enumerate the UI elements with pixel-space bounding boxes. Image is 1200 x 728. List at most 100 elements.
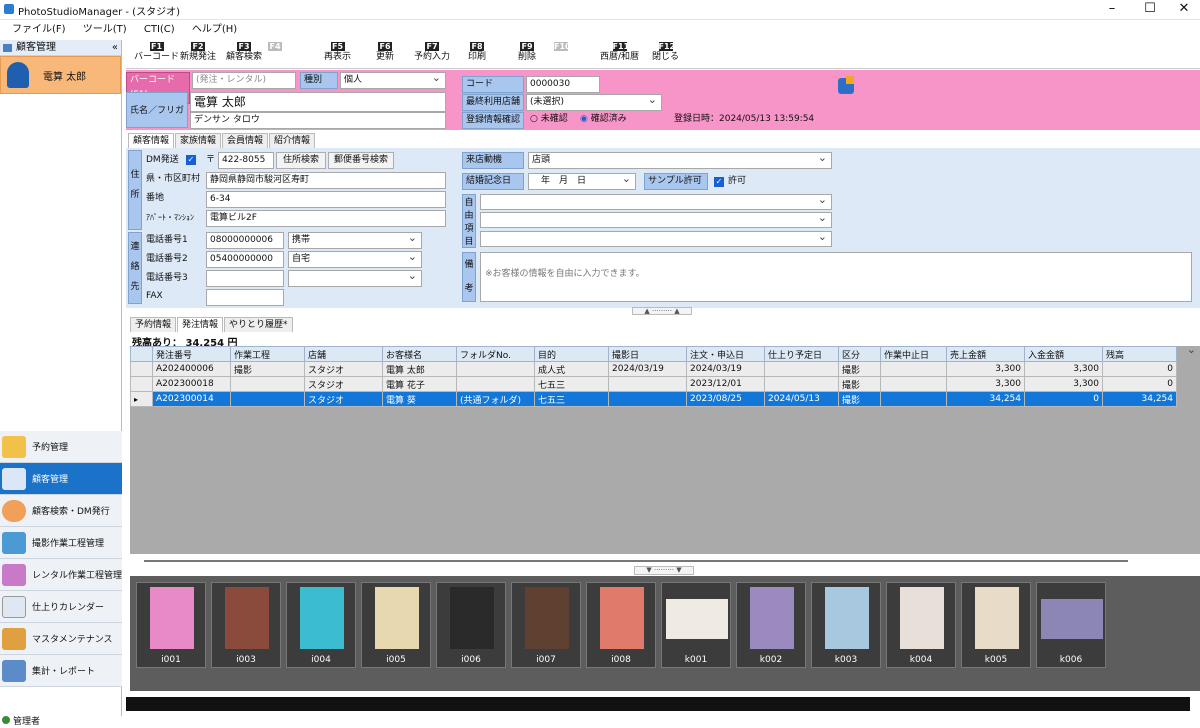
- photo-thumbnail[interactable]: i008: [586, 582, 656, 668]
- address-search-button[interactable]: 住所検索: [276, 152, 326, 169]
- tab-member-info[interactable]: 会員情報: [222, 133, 269, 148]
- photo-thumbnail[interactable]: k002: [736, 582, 806, 668]
- last-store-select[interactable]: (未選択): [526, 94, 662, 111]
- minimize-icon[interactable]: –: [1096, 0, 1128, 20]
- f7-reservation-button[interactable]: F7 予約入力: [414, 42, 450, 63]
- f9-delete-button[interactable]: F9 削除: [518, 42, 536, 63]
- row-selector[interactable]: [130, 361, 153, 377]
- phone2-type-select[interactable]: 自宅: [288, 251, 422, 268]
- photo-thumbnail[interactable]: i003: [211, 582, 281, 668]
- code-input[interactable]: 0000030: [526, 76, 600, 93]
- phone3-input[interactable]: [206, 270, 284, 287]
- maximize-icon[interactable]: ☐: [1134, 0, 1166, 20]
- row-pointer-icon[interactable]: ▸: [130, 391, 153, 407]
- column-header[interactable]: お客様名: [382, 346, 457, 362]
- splitter-handle-lower[interactable]: ▼ ········· ▼: [634, 566, 694, 575]
- tab-history[interactable]: やりとり履歴*: [224, 317, 293, 332]
- column-header[interactable]: 売上金額: [946, 346, 1025, 362]
- column-header[interactable]: フォルダNo.: [456, 346, 535, 362]
- name-input[interactable]: 電算 太郎: [190, 92, 446, 112]
- photo-thumbnail[interactable]: k004: [886, 582, 956, 668]
- nav-reservation[interactable]: 予約管理: [0, 431, 122, 463]
- f5-refresh-button[interactable]: F5 再表示: [324, 42, 351, 63]
- photo-thumbnail[interactable]: k003: [811, 582, 881, 668]
- unconfirmed-radio[interactable]: ○ 未確認: [530, 111, 568, 128]
- tab-order-info[interactable]: 発注情報: [177, 317, 224, 332]
- type-select[interactable]: 個人: [340, 72, 446, 89]
- nav-customer-search[interactable]: 顧客検索・DM発行: [0, 495, 122, 527]
- barcode-input[interactable]: (発注・レンタル): [192, 72, 296, 89]
- tab-family-info[interactable]: 家族情報: [175, 133, 222, 148]
- photo-thumbnail[interactable]: i001: [136, 582, 206, 668]
- column-header[interactable]: 入金金額: [1024, 346, 1103, 362]
- photo-thumbnail[interactable]: k001: [661, 582, 731, 668]
- photo-thumbnail[interactable]: i006: [436, 582, 506, 668]
- column-header[interactable]: 仕上り予定日: [764, 346, 839, 362]
- f8-print-button[interactable]: F8 印刷: [468, 42, 486, 63]
- table-row[interactable]: A202300018 スタジオ 電算 花子 七五三 2023/12/01 撮影 3,300 3…: [130, 376, 1190, 392]
- nav-finish-calendar[interactable]: 仕上りカレンダー: [0, 591, 122, 623]
- sample-checkbox[interactable]: ✓: [714, 177, 724, 187]
- f3-customer-search-button[interactable]: F3 顧客検索: [226, 42, 262, 63]
- free-item-3-select[interactable]: [480, 231, 832, 247]
- photo-image: [150, 587, 194, 649]
- phone1-input[interactable]: 08000000006: [206, 232, 284, 249]
- f4-button: F4: [268, 42, 282, 51]
- column-header[interactable]: 発注番号: [152, 346, 231, 362]
- splitter-handle[interactable]: ▲ ········· ▲: [632, 307, 692, 315]
- column-header[interactable]: 残高: [1102, 346, 1177, 362]
- pref-input[interactable]: 静岡県静岡市駿河区寿町: [206, 172, 446, 189]
- menu-help[interactable]: ヘルプ(H): [192, 20, 237, 40]
- nav-shooting-process[interactable]: 撮影作業工程管理: [0, 527, 122, 559]
- zip-input[interactable]: 422-8055: [218, 152, 274, 169]
- menu-tools[interactable]: ツール(T): [83, 20, 127, 40]
- collapse-icon[interactable]: «: [112, 40, 118, 56]
- column-header[interactable]: 店舗: [304, 346, 383, 362]
- fax-input[interactable]: [206, 289, 284, 306]
- f6-update-button[interactable]: F6 更新: [376, 42, 394, 63]
- menu-file[interactable]: ファイル(F): [12, 20, 66, 40]
- f11-era-toggle-button[interactable]: F11 西暦/和暦: [600, 42, 639, 63]
- close-icon[interactable]: ✕: [1168, 0, 1200, 20]
- column-header[interactable]: 作業工程: [230, 346, 305, 362]
- memo-textarea[interactable]: ※お客様の情報を自由に入力できます。: [480, 252, 1192, 302]
- tab-referral-info[interactable]: 紹介情報: [269, 133, 316, 148]
- column-header[interactable]: 撮影日: [608, 346, 687, 362]
- tab-customer-info[interactable]: 顧客情報: [128, 133, 175, 148]
- free-item-1-select[interactable]: [480, 194, 832, 210]
- menu-cti[interactable]: CTI(C): [144, 20, 175, 40]
- row-selector[interactable]: [130, 376, 153, 392]
- nav-rental-process[interactable]: レンタル作業工程管理: [0, 559, 122, 591]
- phone1-type-select[interactable]: 携帯: [288, 232, 422, 249]
- photo-thumbnail[interactable]: i005: [361, 582, 431, 668]
- photo-thumbnail[interactable]: k005: [961, 582, 1031, 668]
- confirmed-radio[interactable]: ◉ 確認済み: [580, 111, 627, 128]
- visit-reason-select[interactable]: 店頭: [528, 152, 832, 169]
- column-header[interactable]: 注文・申込日: [686, 346, 765, 362]
- zip-search-button[interactable]: 郵便番号検索: [328, 152, 394, 169]
- dm-checkbox[interactable]: ✓: [186, 155, 196, 165]
- f1-barcode-button[interactable]: F1 バーコード: [134, 42, 179, 63]
- column-header[interactable]: 区分: [838, 346, 881, 362]
- nav-report[interactable]: 集計・レポート: [0, 655, 122, 687]
- free-item-2-select[interactable]: [480, 212, 832, 228]
- kana-input[interactable]: デンサン タロウ: [190, 112, 446, 129]
- photo-thumbnail[interactable]: k006: [1036, 582, 1106, 668]
- column-header[interactable]: 作業中止日: [880, 346, 947, 362]
- phone3-type-select[interactable]: [288, 270, 422, 287]
- photo-thumbnail[interactable]: i004: [286, 582, 356, 668]
- street-input[interactable]: 6-34: [206, 191, 446, 208]
- f2-new-order-button[interactable]: F2 新規発注: [180, 42, 216, 63]
- apt-input[interactable]: 電算ビル2F: [206, 210, 446, 227]
- tab-reservation-info[interactable]: 予約情報: [130, 317, 177, 332]
- nav-customer[interactable]: 顧客管理: [0, 463, 122, 495]
- column-header[interactable]: 目的: [534, 346, 609, 362]
- anniversary-date[interactable]: 年 月 日: [528, 173, 636, 190]
- photo-thumbnail[interactable]: i007: [511, 582, 581, 668]
- selected-customer[interactable]: 電算 太郎: [0, 56, 121, 94]
- phone2-input[interactable]: 05400000000: [206, 251, 284, 268]
- table-row[interactable]: A202400006 撮影 スタジオ 電算 太郎 成人式 2024/03/19 2024/0…: [130, 361, 1190, 377]
- f12-close-button[interactable]: F12 閉じる: [652, 42, 679, 63]
- nav-master-maintenance[interactable]: マスタメンテナンス: [0, 623, 122, 655]
- table-row-selected[interactable]: ▸ A202300014 スタジオ 電算 葵 (共通フォルダ) 七五三 2023/08/2…: [130, 391, 1190, 407]
